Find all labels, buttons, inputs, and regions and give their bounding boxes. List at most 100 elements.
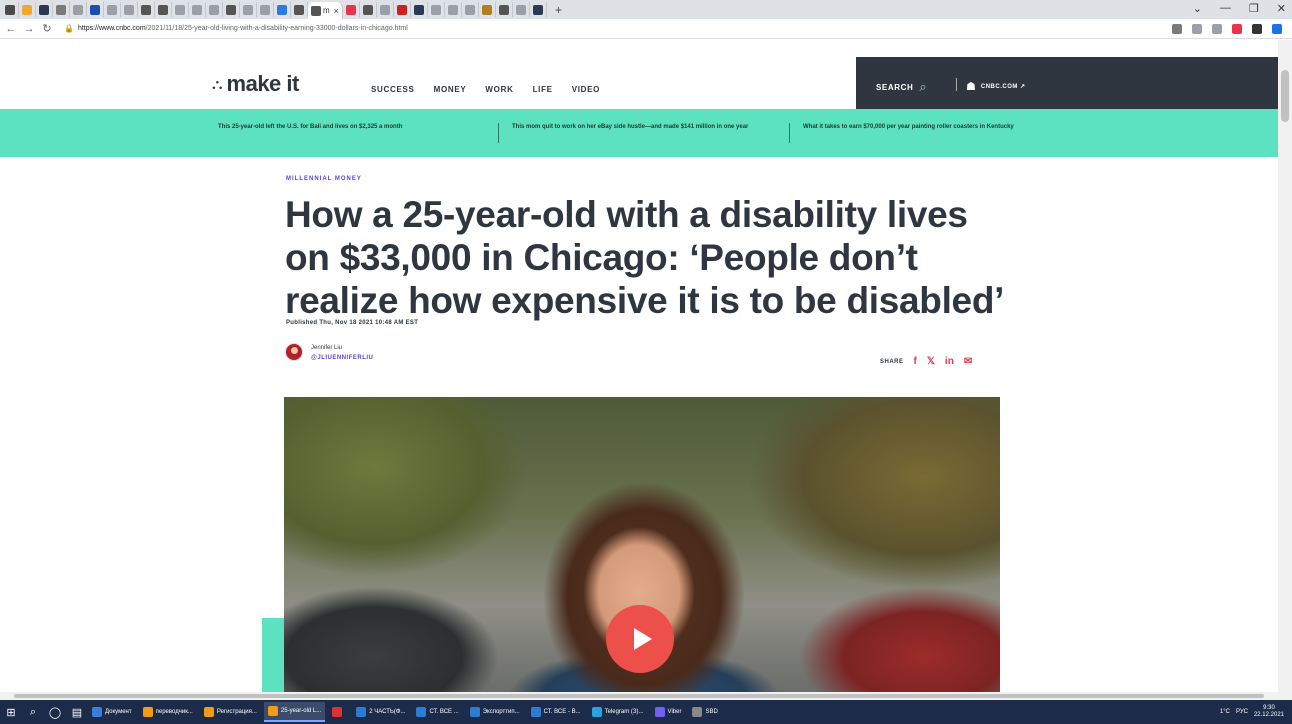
twitter-icon[interactable]: 𝕏 [927,356,935,367]
tab-favicon-icon [379,4,390,15]
browser-tab[interactable] [121,2,138,17]
browser-tab[interactable] [138,2,155,17]
taskbar-app[interactable]: СТ. ВСЕ - В... [527,702,585,722]
search-button[interactable]: SEARCH ⌕ [876,79,927,95]
taskbar-app[interactable]: переводчик... [139,702,197,722]
taskbar-app[interactable]: SBD [688,702,721,722]
browser-tab[interactable] [462,2,479,17]
browser-tab[interactable] [189,2,206,17]
browser-tab[interactable] [513,2,530,17]
nav-work[interactable]: WORK [485,85,513,94]
vertical-scrollbar[interactable] [1278,40,1292,692]
author-handle[interactable]: @JLIUENNIFERLIU [311,355,373,361]
taskbar-app[interactable]: 25-year-old L... [263,702,326,722]
trending-link[interactable]: This 25-year-old left the U.S. for Bali … [218,123,488,132]
taskbar-app[interactable] [328,702,349,722]
email-icon[interactable]: ✉ [964,356,972,367]
widgets-icon[interactable]: ▤ [66,706,88,719]
browser-tab[interactable] [360,2,377,17]
forward-icon[interactable]: → [22,23,36,35]
tab-close-icon[interactable]: × [334,6,339,16]
taskbar-app[interactable]: Регистрация... [200,702,261,722]
play-button[interactable] [606,605,674,673]
linkedin-icon[interactable]: in [945,356,954,367]
nav-video[interactable]: VIDEO [572,85,600,94]
url-text[interactable]: https://www.cnbc.com/2021/11/18/25-year-… [78,25,408,32]
restore-button[interactable]: ❐ [1249,2,1259,15]
taskbar-app[interactable]: Экспорттип... [466,702,524,722]
browser-tab[interactable] [291,2,308,17]
taskbar-app[interactable]: Документ [88,702,136,722]
tab-favicon-icon [311,5,321,16]
browser-tab[interactable] [257,2,274,17]
browser-tab[interactable] [428,2,445,17]
trending-link[interactable]: This mom quit to work on her eBay side h… [512,123,782,132]
horizontal-scrollbar-thumb[interactable] [14,694,1264,698]
browser-tab[interactable] [155,2,172,17]
taskbar-app[interactable]: 2 ЧАСТЬ(Ф... [352,702,409,722]
author-name[interactable]: Jennifer Liu [311,345,342,351]
nav-life[interactable]: LIFE [533,85,553,94]
facebook-icon[interactable]: f [914,356,917,367]
browser-tab[interactable] [496,2,513,17]
site-logo[interactable]: ⛬ make it [212,71,299,97]
search-taskbar-icon[interactable]: ⌕ [22,706,44,719]
tab-search-icon[interactable]: ⌄ [1193,2,1202,15]
browser-tab[interactable] [445,2,462,17]
minimize-button[interactable]: — [1220,2,1231,15]
extension-icon[interactable] [1252,23,1262,34]
author-avatar[interactable] [285,343,303,361]
extension-icon[interactable] [1272,23,1282,34]
article-category[interactable]: MILLENNIAL MONEY [286,176,362,182]
browser-tab[interactable] [530,2,547,17]
horizontal-scrollbar[interactable] [0,692,1292,700]
new-tab-button[interactable]: + [555,3,562,17]
weather-readout[interactable]: 1°C [1220,709,1230,715]
tab-favicon-icon [175,4,185,15]
extension-icon[interactable] [1232,23,1242,34]
language-indicator[interactable]: РУС [1236,709,1248,715]
browser-tab[interactable] [411,2,428,17]
back-icon[interactable]: ← [4,23,18,35]
taskbar-app[interactable]: СТ. ВСЕ ... [412,702,462,722]
taskbar-app[interactable]: Telegram (З)... [588,702,648,722]
browser-tab[interactable] [53,2,70,17]
scrollbar-thumb[interactable] [1281,70,1289,122]
lock-icon[interactable]: 🔒 [64,24,74,33]
nav-success[interactable]: SUCCESS [371,85,415,94]
app-icon [530,707,541,717]
browser-tab[interactable] [206,2,223,17]
browser-tab[interactable] [104,2,121,17]
browser-tab[interactable] [240,2,257,17]
browser-tab-active[interactable]: m × [308,2,343,19]
browser-tab[interactable] [2,2,19,17]
browser-tab[interactable] [223,2,240,17]
cnbc-link[interactable]: ☗ CNBC.COM ↗ [966,80,1026,93]
browser-tab[interactable] [19,2,36,17]
taskbar-app-label: СТ. ВСЕ - В... [543,709,581,715]
url-field[interactable]: 🔒 https://www.cnbc.com/2021/11/18/25-yea… [64,22,1154,36]
clock[interactable]: 9:30 22.12.2021 [1254,705,1284,719]
browser-tab[interactable] [479,2,496,17]
taskbar-app[interactable]: Viber [651,702,686,722]
task-view-icon[interactable]: ◯ [44,706,66,719]
browser-tab[interactable] [394,2,411,17]
extension-icon[interactable] [1212,23,1222,34]
browser-tab[interactable] [343,2,360,17]
taskbar-app-label: Telegram (З)... [604,709,644,715]
browser-tab[interactable] [70,2,87,17]
reload-icon[interactable]: ↻ [40,22,54,35]
extension-icon[interactable] [1172,23,1182,34]
app-icon [591,707,602,717]
close-window-button[interactable]: ✕ [1277,2,1286,15]
browser-tab[interactable] [377,2,394,17]
browser-tab[interactable] [36,2,53,17]
extension-icon[interactable] [1192,23,1202,34]
browser-tab[interactable] [274,2,291,17]
nav-money[interactable]: MONEY [434,85,467,94]
browser-tab[interactable] [87,2,104,17]
browser-tab[interactable] [172,2,189,17]
trending-link[interactable]: What it takes to earn $70,000 per year p… [803,123,1093,132]
start-icon[interactable]: ⊞ [0,706,22,719]
tab-favicon-icon [192,4,202,15]
